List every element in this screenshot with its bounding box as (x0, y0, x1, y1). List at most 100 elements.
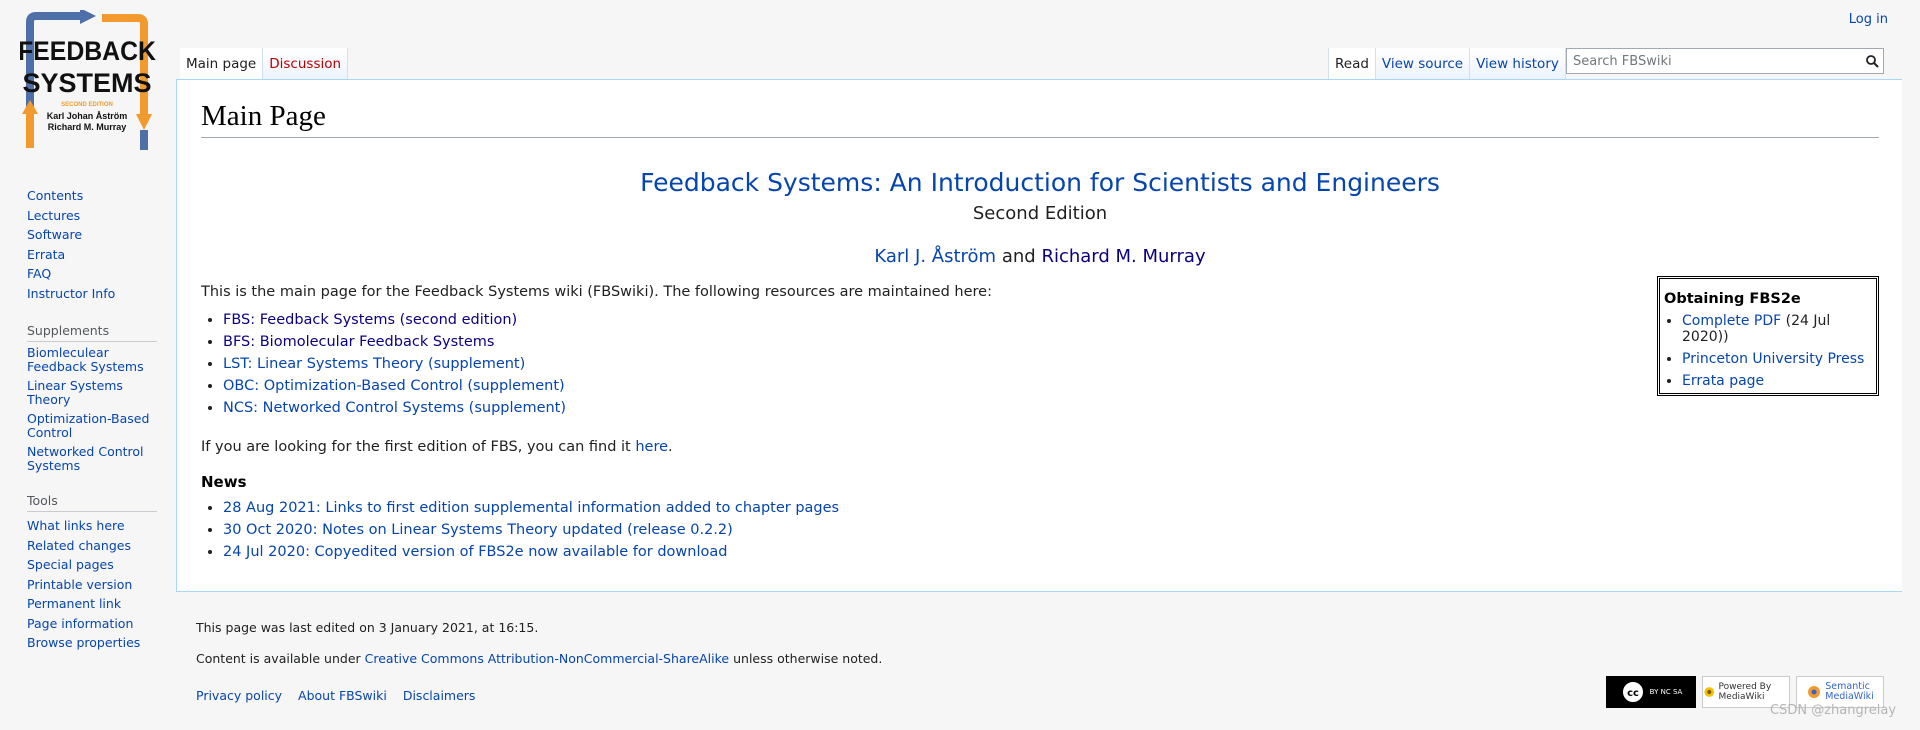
disclaimers-link[interactable]: Disclaimers (403, 688, 476, 703)
namespace-tabs: Main page Discussion (180, 48, 349, 80)
cc-license-badge[interactable]: cc BY NC SA (1606, 676, 1696, 708)
list-item: Princeton University Press (1682, 351, 1872, 367)
sidebar-navigation: Contents Lectures Software Errata FAQ In… (27, 186, 157, 303)
book-edition: Second Edition (972, 203, 1108, 224)
supplements-list: Biomleculear Feedback Systems Linear Sys… (27, 346, 157, 473)
sidebar-item-related-changes[interactable]: Related changes (27, 536, 157, 556)
main-content: Main Page Feedback Systems: An Introduct… (176, 79, 1902, 592)
cc-badge-text: BY NC SA (1649, 688, 1683, 696)
princeton-press-link[interactable]: Princeton University Press (1682, 351, 1864, 367)
mediawiki-sunflower-icon (1704, 687, 1715, 697)
svg-text:cc: cc (1627, 688, 1639, 699)
tab-view-source[interactable]: View source (1375, 48, 1471, 80)
list-item: OBC: Optimization-Based Control (supplem… (223, 378, 566, 394)
personal-tools: Log in (1849, 12, 1888, 27)
news-link[interactable]: 28 Aug 2021: Links to first edition supp… (223, 500, 839, 516)
book-title-block: Feedback Systems: An Introduction for Sc… (177, 168, 1903, 224)
sidebar-item-printable-version[interactable]: Printable version (27, 575, 157, 595)
privacy-policy-link[interactable]: Privacy policy (196, 688, 282, 703)
mediawiki-badge-text: Powered By MediaWiki (1718, 682, 1772, 702)
list-item: Errata page (1682, 373, 1872, 389)
list-item: Complete PDF (24 Jul 2020)) (1682, 313, 1872, 345)
resource-link-ncs[interactable]: NCS: Networked Control Systems (suppleme… (223, 400, 566, 416)
complete-pdf-link[interactable]: Complete PDF (1682, 313, 1781, 329)
list-item: 30 Oct 2020: Notes on Linear Systems The… (223, 522, 839, 538)
sidebar-item-errata[interactable]: Errata (27, 245, 157, 265)
list-item: 24 Jul 2020: Copyedited version of FBS2e… (223, 544, 839, 560)
sidebar-item-lst[interactable]: Linear Systems Theory (27, 379, 157, 407)
author-murray-link[interactable]: Richard M. Murray (1041, 246, 1205, 267)
footer-license: Content is available under Creative Comm… (196, 651, 882, 666)
tab-label: View source (1381, 56, 1464, 72)
sidebar-item-ncs[interactable]: Networked Control Systems (27, 445, 157, 473)
feedback-systems-logo-image: FEEDBACK SYSTEMS SECOND EDITION Karl Joh… (18, 8, 156, 150)
license-link[interactable]: Creative Commons Attribution-NonCommerci… (365, 651, 729, 666)
obtaining-infobox: Obtaining FBS2e Complete PDF (24 Jul 202… (1657, 276, 1879, 396)
search-box[interactable]: Search FBSwiki (1566, 48, 1884, 74)
login-link[interactable]: Log in (1849, 12, 1888, 27)
sidebar-item-lectures[interactable]: Lectures (27, 206, 157, 226)
supplements-heading: Supplements (27, 323, 157, 342)
watermark-text: CSDN @zhangrelay (1770, 703, 1897, 718)
sidebar-item-bfs[interactable]: Biomleculear Feedback Systems (27, 346, 157, 374)
errata-page-link[interactable]: Errata page (1682, 373, 1764, 389)
first-edition-link[interactable]: here (635, 439, 668, 455)
resource-list: FBS: Feedback Systems (second edition) B… (201, 312, 566, 422)
search-button[interactable] (1861, 50, 1883, 72)
tab-label: Read (1335, 56, 1369, 72)
logo-author2: Richard M. Murray (48, 122, 127, 132)
infobox-heading: Obtaining FBS2e (1664, 291, 1801, 307)
tab-label: View history (1476, 56, 1559, 72)
sidebar-item-software[interactable]: Software (27, 225, 157, 245)
license-prefix: Content is available under (196, 651, 361, 666)
sidebar-item-permanent-link[interactable]: Permanent link (27, 594, 157, 614)
news-link[interactable]: 30 Oct 2020: Notes on Linear Systems The… (223, 522, 733, 538)
resource-link-fbs[interactable]: FBS: Feedback Systems (second edition) (223, 312, 517, 328)
list-item: FBS: Feedback Systems (second edition) (223, 312, 566, 328)
semantic-line2: MediaWiki (1825, 691, 1874, 702)
search-input[interactable]: Search FBSwiki (1567, 54, 1861, 69)
resource-link-lst[interactable]: LST: Linear Systems Theory (supplement) (223, 356, 525, 372)
sidebar-item-what-links-here[interactable]: What links here (27, 516, 157, 536)
first-edition-period: . (668, 439, 673, 455)
tab-main-page[interactable]: Main page (180, 48, 264, 80)
tab-view-history[interactable]: View history (1470, 48, 1566, 80)
news-heading: News (201, 473, 247, 491)
logo-line2: SYSTEMS (22, 68, 151, 98)
sidebar-item-page-information[interactable]: Page information (27, 614, 157, 634)
page-title: Main Page (201, 100, 1879, 138)
sidebar-item-faq[interactable]: FAQ (27, 264, 157, 284)
author-astrom-link[interactable]: Karl J. Åström (874, 246, 996, 267)
license-suffix: unless otherwise noted. (733, 651, 883, 666)
logo-author1: Karl Johan Åström (47, 111, 128, 121)
news-link[interactable]: 24 Jul 2020: Copyedited version of FBS2e… (223, 544, 727, 560)
resource-link-bfs[interactable]: BFS: Biomolecular Feedback Systems (223, 334, 494, 350)
first-edition-text: If you are looking for the first edition… (201, 439, 631, 455)
about-fbswiki-link[interactable]: About FBSwiki (298, 688, 387, 703)
site-logo[interactable]: FEEDBACK SYSTEMS SECOND EDITION Karl Joh… (18, 8, 160, 155)
resource-link-obc[interactable]: OBC: Optimization-Based Control (supplem… (223, 378, 565, 394)
tab-read[interactable]: Read (1328, 48, 1376, 80)
tab-label: Discussion (269, 56, 342, 72)
list-item: BFS: Biomolecular Feedback Systems (223, 334, 566, 350)
tab-discussion[interactable]: Discussion (263, 48, 349, 80)
first-edition-note: If you are looking for the first edition… (201, 439, 673, 455)
view-tabs: Read View source View history (1328, 48, 1566, 80)
logo-line1: FEEDBACK (20, 37, 156, 66)
sidebar-item-instructor-info[interactable]: Instructor Info (27, 284, 157, 304)
list-item: NCS: Networked Control Systems (suppleme… (223, 400, 566, 416)
search-icon (1865, 54, 1879, 68)
list-item: LST: Linear Systems Theory (supplement) (223, 356, 566, 372)
footer-last-edited: This page was last edited on 3 January 2… (196, 620, 539, 635)
book-authors: Karl J. Åström and Richard M. Murray (177, 246, 1903, 267)
tools-heading: Tools (27, 493, 157, 512)
book-title-link[interactable]: Feedback Systems: An Introduction for Sc… (177, 168, 1903, 197)
tools-list: What links here Related changes Special … (27, 516, 157, 653)
tab-label: Main page (186, 56, 257, 72)
sidebar: Contents Lectures Software Errata FAQ In… (27, 186, 157, 653)
sidebar-item-browse-properties[interactable]: Browse properties (27, 633, 157, 653)
sidebar-item-special-pages[interactable]: Special pages (27, 555, 157, 575)
sidebar-item-contents[interactable]: Contents (27, 186, 157, 206)
list-item: 28 Aug 2021: Links to first edition supp… (223, 500, 839, 516)
sidebar-item-obc[interactable]: Optimization-Based Control (27, 412, 157, 440)
